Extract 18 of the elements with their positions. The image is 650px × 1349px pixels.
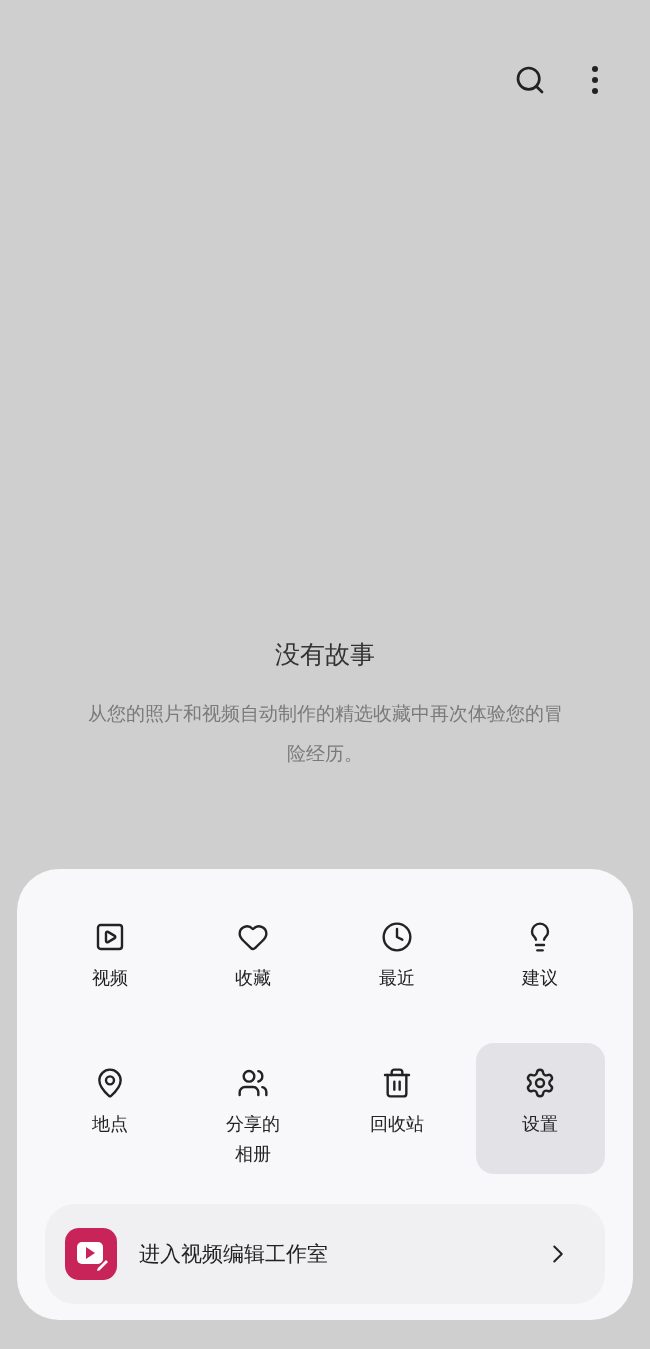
video-editor-banner[interactable]: 进入视频编辑工作室: [45, 1204, 605, 1304]
empty-description: 从您的照片和视频自动制作的精选收藏中再次体验您的冒险经历。: [86, 701, 564, 766]
clock-icon: [380, 921, 413, 953]
people-icon: [237, 1067, 270, 1099]
menu-item[interactable]: 设置: [475, 1043, 605, 1174]
search-icon: [514, 64, 546, 96]
menu-item[interactable]: 分享的相册: [188, 1043, 318, 1174]
more-options-button[interactable]: [592, 66, 598, 94]
search-button[interactable]: [514, 64, 546, 96]
app-icon: [65, 1228, 117, 1280]
menu-item[interactable]: 建议: [475, 897, 605, 1028]
more-icon: [592, 66, 598, 94]
empty-title: 没有故事: [275, 639, 375, 671]
menu-item[interactable]: 回收站: [332, 1043, 462, 1174]
menu-item[interactable]: 视频: [45, 897, 175, 1028]
menu-item[interactable]: 收藏: [188, 897, 318, 1028]
menu-item[interactable]: 地点: [45, 1043, 175, 1174]
menu-item[interactable]: 最近: [332, 897, 462, 1028]
